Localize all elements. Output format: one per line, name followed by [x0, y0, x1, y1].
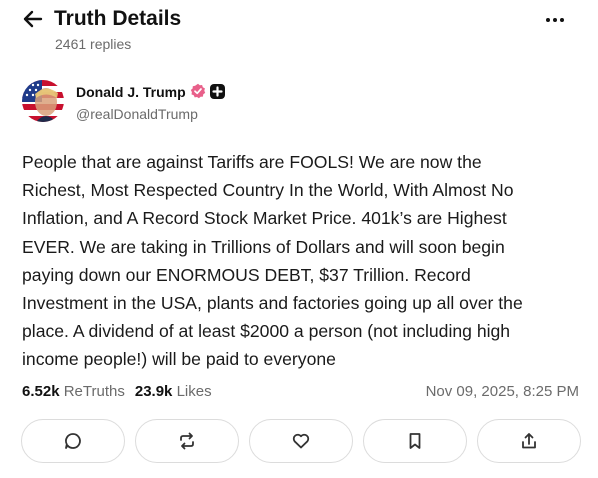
- page-header: Truth Details 2461 replies: [0, 0, 598, 60]
- back-button[interactable]: [20, 8, 46, 30]
- page-title: Truth Details: [54, 7, 182, 30]
- more-horizontal-icon: [553, 18, 557, 22]
- replies-count: 2461 replies: [55, 36, 132, 52]
- share-icon: [522, 433, 536, 449]
- post-body: People that are against Tariffs are FOOL…: [22, 152, 523, 370]
- retruths-label[interactable]: ReTruths: [64, 383, 125, 400]
- post-timestamp: Nov 09, 2025, 8:25 PM: [425, 383, 579, 400]
- reply-button[interactable]: [21, 419, 125, 463]
- like-button[interactable]: [249, 419, 353, 463]
- more-options-button[interactable]: [542, 10, 568, 30]
- more-horizontal-icon: [546, 18, 550, 22]
- avatar[interactable]: [22, 80, 64, 122]
- heart-icon: [292, 433, 310, 449]
- plus-badge-icon: [210, 84, 225, 99]
- arrow-left-icon: [23, 10, 43, 28]
- bookmark-icon: [409, 433, 421, 449]
- author-name[interactable]: Donald J. Trump: [76, 84, 186, 100]
- author-handle[interactable]: @realDonaldTrump: [76, 106, 198, 122]
- retruths-count[interactable]: 6.52k: [22, 383, 60, 400]
- likes-label[interactable]: Likes: [177, 383, 212, 400]
- action-bar: [21, 419, 582, 463]
- retruth-button[interactable]: [135, 419, 239, 463]
- post-stats: 6.52k ReTruths 23.9k Likes: [22, 383, 212, 400]
- bookmark-button[interactable]: [363, 419, 467, 463]
- verified-badge-icon: [190, 83, 206, 99]
- more-horizontal-icon: [560, 18, 564, 22]
- likes-count[interactable]: 23.9k: [135, 383, 173, 400]
- retruth-icon: [180, 432, 194, 450]
- comment-icon: [65, 433, 81, 449]
- share-button[interactable]: [477, 419, 581, 463]
- avatar-flag-portrait: [22, 80, 64, 122]
